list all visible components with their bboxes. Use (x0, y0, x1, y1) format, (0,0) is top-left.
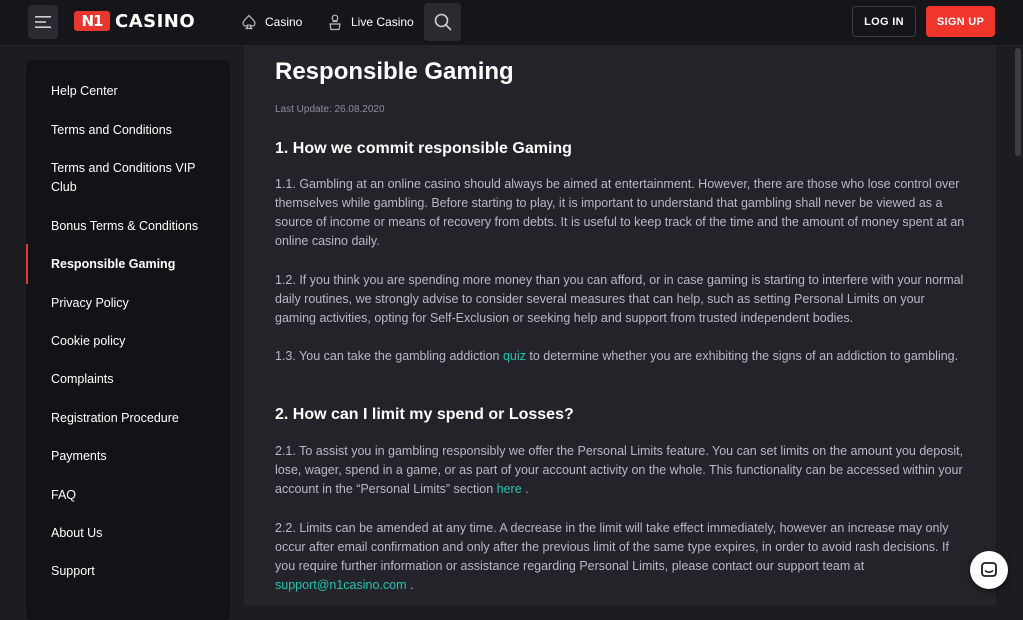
paragraph-2-1-text-end: . (521, 482, 529, 496)
quiz-link[interactable]: quiz (503, 349, 526, 363)
scrollbar-thumb[interactable] (1015, 48, 1021, 156)
logo-text: CASINO (115, 10, 196, 32)
sidebar-item-about-us[interactable]: About Us (51, 524, 221, 543)
sidebar-item-support[interactable]: Support (51, 562, 221, 581)
paragraph-1-3: 1.3. You can take the gambling addiction… (275, 347, 965, 366)
paragraph-1-3-text-end: to determine whether you are exhibiting … (525, 349, 959, 363)
section-1-heading: 1. How we commit responsible Gaming (275, 140, 572, 157)
sidebar-item-help-center[interactable]: Help Center (51, 82, 221, 101)
help-sidebar: Help Center Terms and Conditions Terms a… (26, 60, 230, 620)
sidebar-item-payments[interactable]: Payments (51, 447, 221, 466)
signup-button[interactable]: SIGN UP (926, 6, 995, 37)
paragraph-1-2: 1.2. If you think you are spending more … (275, 273, 964, 325)
personal-limits-link[interactable]: here (497, 482, 522, 496)
sidebar-item-cookie-policy[interactable]: Cookie policy (51, 332, 221, 351)
search-icon (434, 13, 451, 31)
search-button[interactable] (424, 3, 461, 41)
section-2-heading: 2. How can I limit my spend or Losses? (275, 406, 574, 423)
spade-icon (241, 14, 257, 30)
paragraph-1-3-text: 1.3. You can take the gambling addiction (275, 349, 503, 363)
paragraph-1-1: 1.1. Gambling at an online casino should… (275, 177, 965, 248)
sidebar-item-faq[interactable]: FAQ (51, 486, 221, 505)
sidebar-item-terms[interactable]: Terms and Conditions (51, 121, 221, 140)
paragraph-2-2-text: 2.2. Limits can be amended at any time. … (275, 521, 949, 573)
content-panel: Responsible Gaming Last Update: 26.08.20… (244, 46, 996, 606)
sidebar-item-registration[interactable]: Registration Procedure (51, 409, 221, 428)
sidebar-item-terms-vip[interactable]: Terms and Conditions VIP Club (51, 159, 221, 197)
dealer-icon (327, 14, 343, 31)
sidebar-item-privacy-policy[interactable]: Privacy Policy (51, 294, 221, 313)
paragraph-2-2: 2.2. Limits can be amended at any time. … (275, 519, 965, 595)
nav-casino-label: Casino (265, 15, 303, 29)
top-header: N1 CASINO Casino Live Casino LOG IN SIGN… (0, 0, 1023, 46)
logo-badge: N1 (74, 11, 110, 31)
sidebar-item-responsible-gaming[interactable]: Responsible Gaming (51, 255, 221, 274)
support-email-link[interactable]: support@n1casino.com (275, 578, 407, 592)
page-title: Responsible Gaming (275, 58, 514, 85)
paragraph-2-2-text-end: . (406, 578, 414, 592)
last-update: Last Update: 26.08.2020 (275, 104, 385, 115)
casino-logo[interactable]: N1 CASINO (74, 10, 195, 32)
chat-icon (981, 562, 997, 577)
paragraph-2-1-text: 2.1. To assist you in gambling responsib… (275, 444, 964, 496)
chat-button[interactable] (970, 551, 1008, 589)
nav-live-casino-label: Live Casino (351, 15, 414, 29)
sidebar-item-complaints[interactable]: Complaints (51, 370, 221, 389)
nav-casino[interactable]: Casino (241, 12, 302, 32)
hamburger-icon (35, 16, 51, 28)
login-button[interactable]: LOG IN (852, 6, 916, 37)
nav-live-casino[interactable]: Live Casino (327, 12, 414, 32)
paragraph-2-1: 2.1. To assist you in gambling responsib… (275, 442, 965, 499)
active-indicator (26, 244, 28, 284)
menu-button[interactable] (28, 5, 58, 39)
sidebar-item-bonus-terms[interactable]: Bonus Terms & Conditions (51, 217, 221, 236)
